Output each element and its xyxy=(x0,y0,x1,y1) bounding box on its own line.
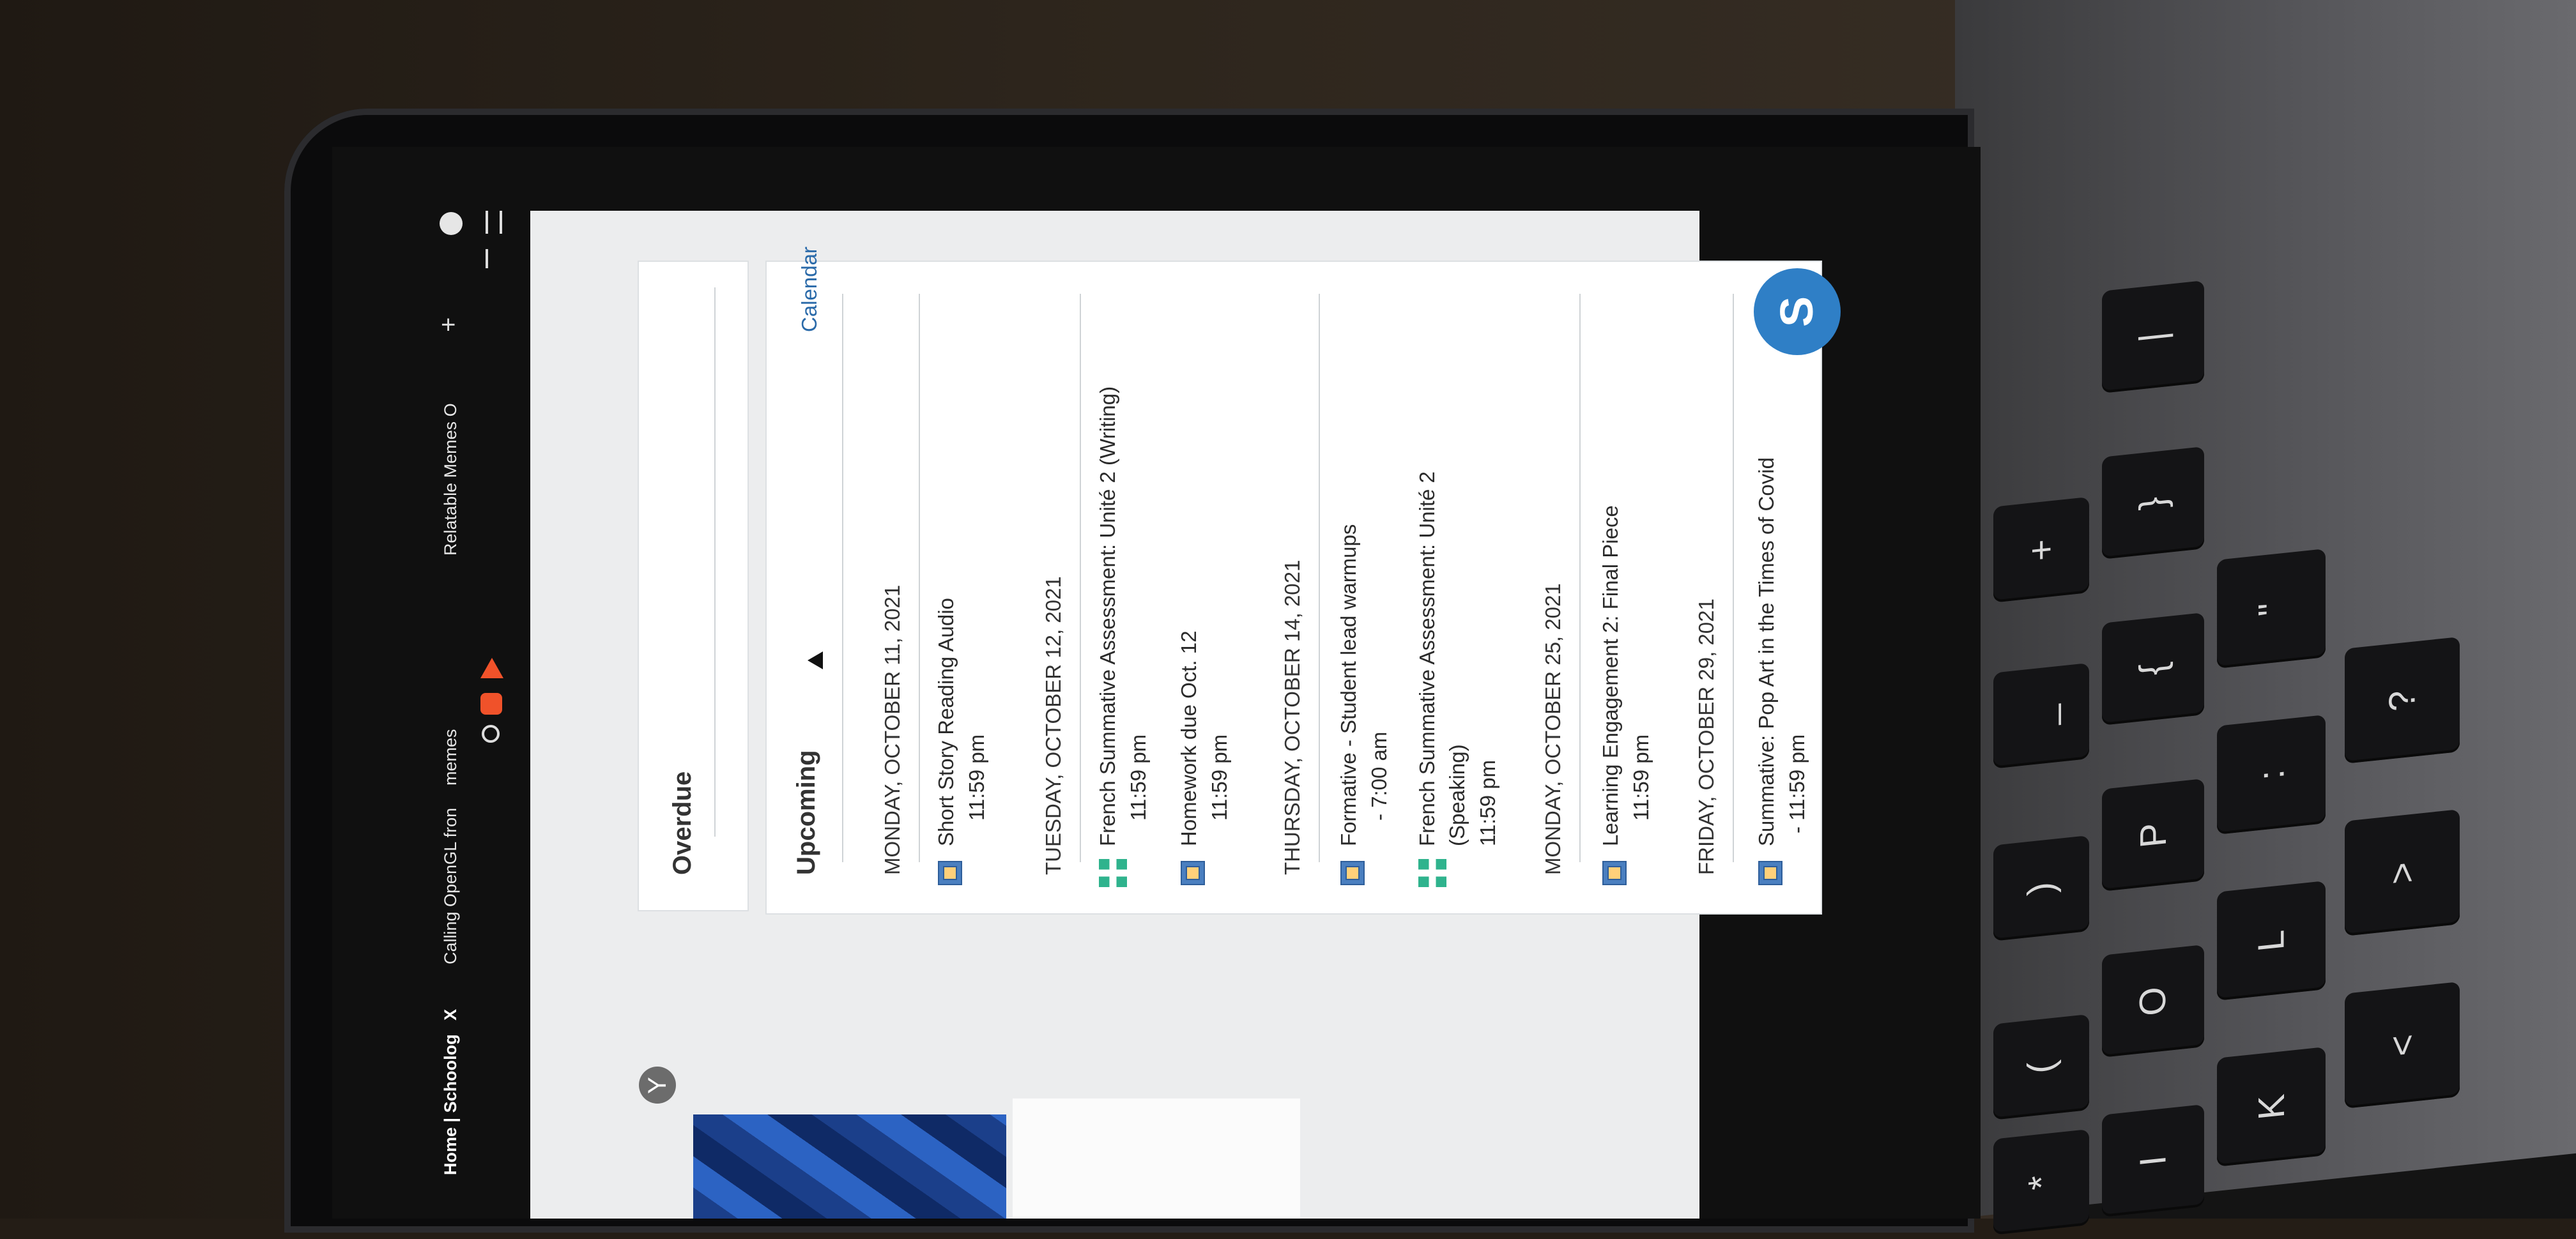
key-asterisk: * xyxy=(1993,1129,2089,1235)
course-card[interactable] xyxy=(1013,1098,1300,1219)
key-i: I xyxy=(2102,1104,2204,1217)
calendar-link[interactable]: Calendar xyxy=(797,247,822,332)
tab-relatable-memes[interactable]: Relatable Memes O xyxy=(441,403,461,556)
assessment-icon xyxy=(1099,859,1127,887)
course-thumbnail[interactable] xyxy=(693,1114,1006,1219)
key-question: ? xyxy=(2345,636,2460,764)
key-k: K xyxy=(2217,1047,2326,1167)
brave-icon xyxy=(480,693,502,715)
assignment-icon xyxy=(1181,861,1205,885)
assessment-title[interactable]: French Summative Assessment: Unité 2 (Wr… xyxy=(1096,386,1120,846)
date-header: FRIDAY, OCTOBER 29, 2021 xyxy=(1694,598,1718,875)
new-tab-button[interactable]: + xyxy=(434,317,463,332)
divider xyxy=(1319,294,1320,862)
schoology-fab-button[interactable]: S xyxy=(1754,268,1841,355)
assessment-title-line2: (Speaking) xyxy=(1445,744,1469,846)
assessment-time: 11:59 pm xyxy=(1126,734,1150,821)
assignment-time: 11:59 pm xyxy=(1208,734,1231,821)
key-underscore: _ xyxy=(1993,662,2089,769)
key-greater-than: > xyxy=(2345,809,2460,936)
assignment-title[interactable]: Short Story Reading Audio xyxy=(934,598,958,846)
assignment-title[interactable]: Formative - Student lead warmups xyxy=(1337,524,1361,846)
laptop-keyboard: * ( ) _ + I O P { } | K L : " < > ? xyxy=(1955,0,2576,1235)
assignment-icon xyxy=(938,861,962,885)
overdue-panel: Overdue xyxy=(639,262,747,910)
key-colon: : xyxy=(2217,715,2326,835)
assignment-time: - 11:59 pm xyxy=(1785,734,1809,833)
date-header: MONDAY, OCTOBER 11, 2021 xyxy=(880,584,904,875)
triangle-icon xyxy=(480,658,503,678)
assignment-icon xyxy=(1602,861,1627,885)
date-header: TUESDAY, OCTOBER 12, 2021 xyxy=(1041,576,1065,875)
tab-schoology[interactable]: Home | Schoolog X xyxy=(441,1009,461,1175)
play-icon[interactable] xyxy=(440,212,463,235)
key-p: P xyxy=(2102,779,2204,892)
tab-label: Calling OpenGL fron xyxy=(441,807,460,964)
upcoming-heading: Upcoming xyxy=(792,750,820,875)
key-plus: + xyxy=(1993,496,2089,603)
assessment-title[interactable]: French Summative Assessment: Unité 2 xyxy=(1415,471,1439,846)
key-quote: " xyxy=(2217,549,2326,669)
hamburger-icon[interactable] xyxy=(486,211,502,234)
upcoming-panel: Upcoming Calendar MONDAY, OCTOBER 11, 20… xyxy=(767,247,1821,913)
date-header: MONDAY, OCTOBER 25, 2021 xyxy=(1541,583,1565,875)
date-header: THURSDAY, OCTOBER 14, 2021 xyxy=(1280,559,1304,875)
laptop-screen: Home | Schoolog X Calling OpenGL fron me… xyxy=(332,147,1981,1219)
assessment-time: 11:59 pm xyxy=(1476,759,1499,846)
tab-label: Relatable Memes O xyxy=(441,403,460,556)
key-paren-open: ( xyxy=(1993,1014,2089,1120)
search-icon[interactable] xyxy=(482,725,500,743)
key-pipe: | xyxy=(2102,280,2204,393)
assignment-time: 11:59 pm xyxy=(1629,734,1653,821)
divider xyxy=(1579,294,1581,862)
assignment-title[interactable]: Learning Engagement 2: Final Piece xyxy=(1598,505,1623,846)
assignment-icon xyxy=(1340,861,1365,885)
key-less-than: < xyxy=(2345,981,2460,1109)
assessment-icon xyxy=(1418,859,1446,887)
key-brace-open: { xyxy=(2102,612,2204,726)
assignment-icon xyxy=(1758,861,1782,885)
assignment-time: - 7:00 am xyxy=(1367,731,1391,821)
divider xyxy=(919,294,920,862)
key-o: O xyxy=(2102,945,2204,1058)
key-l: L xyxy=(2217,881,2326,1001)
divider xyxy=(842,294,843,862)
key-brace-close: } xyxy=(2102,446,2204,559)
user-icon[interactable]: Y xyxy=(639,1067,676,1104)
divider xyxy=(714,287,716,837)
assignment-title[interactable]: Homework due Oct. 12 xyxy=(1177,631,1201,846)
tab-opengl[interactable]: Calling OpenGL fron xyxy=(441,808,461,964)
assignment-title[interactable]: Summative: Pop Art in the Times of Covid xyxy=(1754,457,1779,846)
tab-close-button[interactable]: X xyxy=(441,1009,460,1021)
tab-memes[interactable]: memes xyxy=(441,729,461,786)
assignment-time: 11:59 pm xyxy=(965,734,988,821)
tab-label: Home | Schoolog xyxy=(441,1034,460,1175)
key-paren-close: ) xyxy=(1993,835,2089,941)
tab-label: memes xyxy=(441,729,460,786)
divider xyxy=(1080,294,1081,862)
overdue-heading: Overdue xyxy=(668,771,696,875)
divider xyxy=(1733,294,1734,862)
cursor-icon xyxy=(808,651,823,669)
playlist-icon[interactable] xyxy=(486,249,505,268)
